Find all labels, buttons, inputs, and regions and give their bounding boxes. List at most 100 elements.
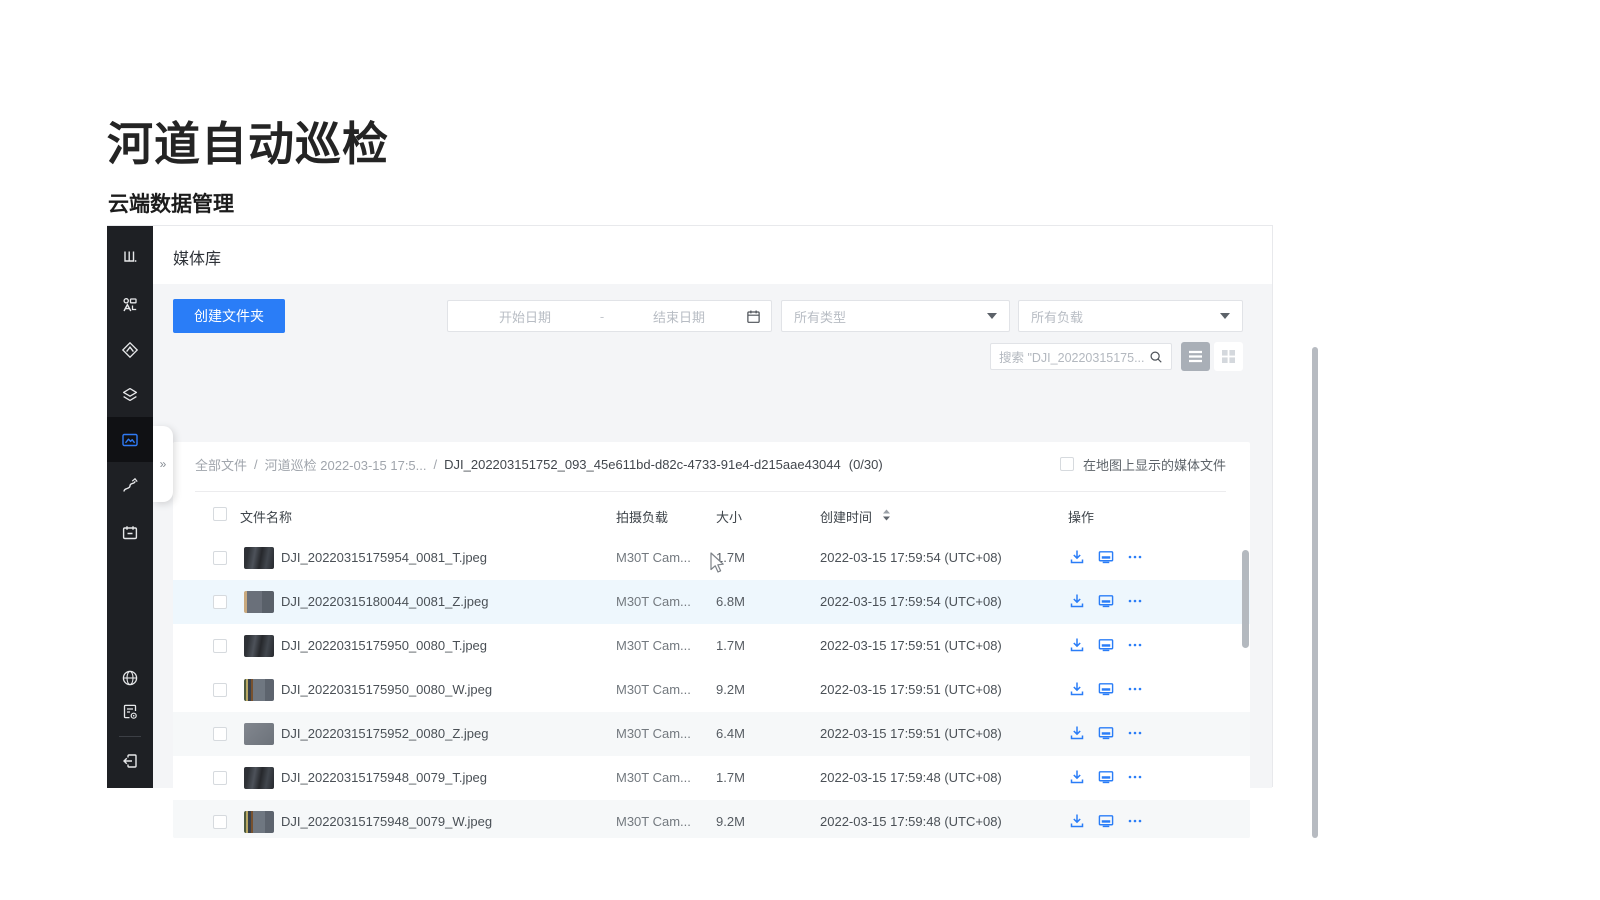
row-actions <box>1069 593 1143 609</box>
sidebar-item-media-library[interactable] <box>107 417 153 462</box>
media-library-app: » 媒体库 创建文件夹 开始日期 - 结束日期 所有类型 <box>107 225 1273 787</box>
download-icon[interactable] <box>1069 681 1085 697</box>
row-checkbox[interactable] <box>213 815 227 829</box>
page-scrollbar[interactable] <box>1312 347 1318 838</box>
table-header: 文件名称 拍摄负载 大小 创建时间 操作 <box>173 492 1250 536</box>
row-actions <box>1069 637 1143 653</box>
file-name[interactable]: DJI_20220315175952_0080_Z.jpeg <box>281 726 488 741</box>
download-icon[interactable] <box>1069 637 1085 653</box>
file-name[interactable]: DJI_20220315175950_0080_W.jpeg <box>281 682 492 697</box>
row-checkbox[interactable] <box>213 727 227 741</box>
main-area: 媒体库 创建文件夹 开始日期 - 结束日期 所有类型 <box>153 226 1272 788</box>
search-input[interactable]: 搜索 "DJI_20220315175... <box>990 343 1172 370</box>
sort-icon[interactable] <box>882 509 891 521</box>
payload-value: M30T Cam... <box>616 682 691 697</box>
more-actions-icon[interactable] <box>1127 725 1143 741</box>
table-row[interactable]: DJI_20220315175950_0080_W.jpeg M30T Cam.… <box>173 668 1250 712</box>
file-thumbnail[interactable] <box>244 767 274 789</box>
sidebar-item-layers[interactable] <box>107 372 153 417</box>
col-header-actions: 操作 <box>1068 507 1094 526</box>
file-rows: DJI_20220315175954_0081_T.jpeg M30T Cam.… <box>173 536 1250 838</box>
create-folder-button[interactable]: 创建文件夹 <box>173 299 285 333</box>
plan-icon <box>121 524 139 542</box>
file-thumbnail[interactable] <box>244 591 274 613</box>
row-checkbox[interactable] <box>213 771 227 785</box>
sidebar-divider <box>119 736 141 737</box>
col-header-name: 文件名称 <box>240 507 292 526</box>
media-map-icon[interactable] <box>1098 637 1114 653</box>
file-thumbnail[interactable] <box>244 723 274 745</box>
layers-icon <box>121 386 139 404</box>
col-header-created[interactable]: 创建时间 <box>820 507 891 526</box>
media-map-icon[interactable] <box>1098 593 1114 609</box>
row-actions <box>1069 681 1143 697</box>
table-row[interactable]: DJI_20220315175954_0081_T.jpeg M30T Cam.… <box>173 536 1250 580</box>
selection-count: (0/30) <box>849 457 883 472</box>
sidebar-item-logout[interactable] <box>107 738 153 783</box>
sidebar-item-plan[interactable] <box>107 510 153 555</box>
media-map-icon[interactable] <box>1098 549 1114 565</box>
table-row[interactable]: DJI_20220315175952_0080_Z.jpeg M30T Cam.… <box>173 712 1250 756</box>
sidebar-expander[interactable]: » <box>153 426 173 502</box>
media-map-icon[interactable] <box>1098 813 1114 829</box>
file-thumbnail[interactable] <box>244 547 274 569</box>
media-map-icon[interactable] <box>1098 725 1114 741</box>
list-view-button[interactable] <box>1181 342 1210 371</box>
sidebar-item-dock[interactable] <box>107 234 153 279</box>
map-filter-toggle[interactable]: 在地图上显示的媒体文件 <box>1060 455 1226 474</box>
row-checkbox[interactable] <box>213 595 227 609</box>
file-name[interactable]: DJI_20220315175954_0081_T.jpeg <box>281 550 487 565</box>
more-actions-icon[interactable] <box>1127 813 1143 829</box>
row-checkbox[interactable] <box>213 683 227 697</box>
file-name[interactable]: DJI_20220315175948_0079_T.jpeg <box>281 770 487 785</box>
sidebar-item-task-log[interactable] <box>107 689 153 734</box>
download-icon[interactable] <box>1069 549 1085 565</box>
download-icon[interactable] <box>1069 813 1085 829</box>
type-filter-select[interactable]: 所有类型 <box>781 300 1010 332</box>
file-name[interactable]: DJI_20220315175948_0079_W.jpeg <box>281 814 492 829</box>
select-all-checkbox[interactable] <box>213 507 227 521</box>
sidebar-item-flight-route[interactable] <box>107 463 153 508</box>
logout-icon <box>121 752 139 770</box>
table-scrollbar[interactable] <box>1242 550 1249 648</box>
task-log-icon <box>121 703 139 721</box>
more-actions-icon[interactable] <box>1127 637 1143 653</box>
download-icon[interactable] <box>1069 725 1085 741</box>
table-row[interactable]: DJI_20220315175948_0079_T.jpeg M30T Cam.… <box>173 756 1250 800</box>
file-name[interactable]: DJI_20220315180044_0081_Z.jpeg <box>281 594 488 609</box>
chevron-down-icon <box>1220 313 1230 319</box>
row-checkbox[interactable] <box>213 551 227 565</box>
file-thumbnail[interactable] <box>244 635 274 657</box>
file-thumbnail[interactable] <box>244 811 274 833</box>
table-row[interactable]: DJI_20220315175948_0079_W.jpeg M30T Cam.… <box>173 800 1250 838</box>
media-map-icon[interactable] <box>1098 769 1114 785</box>
sidebar-item-devices[interactable] <box>107 282 153 327</box>
download-icon[interactable] <box>1069 593 1085 609</box>
breadcrumb-root[interactable]: 全部文件 <box>195 455 247 474</box>
row-checkbox[interactable] <box>213 639 227 653</box>
download-icon[interactable] <box>1069 769 1085 785</box>
table-row[interactable]: DJI_20220315175950_0080_T.jpeg M30T Cam.… <box>173 624 1250 668</box>
search-icon <box>1149 350 1163 364</box>
more-actions-icon[interactable] <box>1127 549 1143 565</box>
sidebar-item-map[interactable] <box>107 327 153 372</box>
more-actions-icon[interactable] <box>1127 593 1143 609</box>
date-range-picker[interactable]: 开始日期 - 结束日期 <box>447 300 772 332</box>
date-start-placeholder: 开始日期 <box>458 307 592 326</box>
table-row[interactable]: DJI_20220315180044_0081_Z.jpeg M30T Cam.… <box>173 580 1250 624</box>
payload-filter-select[interactable]: 所有负载 <box>1018 300 1243 332</box>
map-marker-icon <box>121 341 139 359</box>
more-actions-icon[interactable] <box>1127 681 1143 697</box>
file-name[interactable]: DJI_20220315175950_0080_T.jpeg <box>281 638 487 653</box>
map-filter-checkbox[interactable] <box>1060 457 1074 471</box>
more-actions-icon[interactable] <box>1127 769 1143 785</box>
size-value: 6.4M <box>716 726 745 741</box>
grid-view-button[interactable] <box>1214 342 1243 371</box>
media-map-icon[interactable] <box>1098 681 1114 697</box>
search-placeholder: 搜索 "DJI_20220315175... <box>999 347 1149 366</box>
payload-value: M30T Cam... <box>616 814 691 829</box>
dock-icon <box>121 248 139 266</box>
file-list-card: 全部文件 / 河道巡检 2022-03-15 17:5... / DJI_202… <box>173 442 1250 838</box>
file-thumbnail[interactable] <box>244 679 274 701</box>
breadcrumb-folder[interactable]: 河道巡检 2022-03-15 17:5... <box>265 455 427 474</box>
